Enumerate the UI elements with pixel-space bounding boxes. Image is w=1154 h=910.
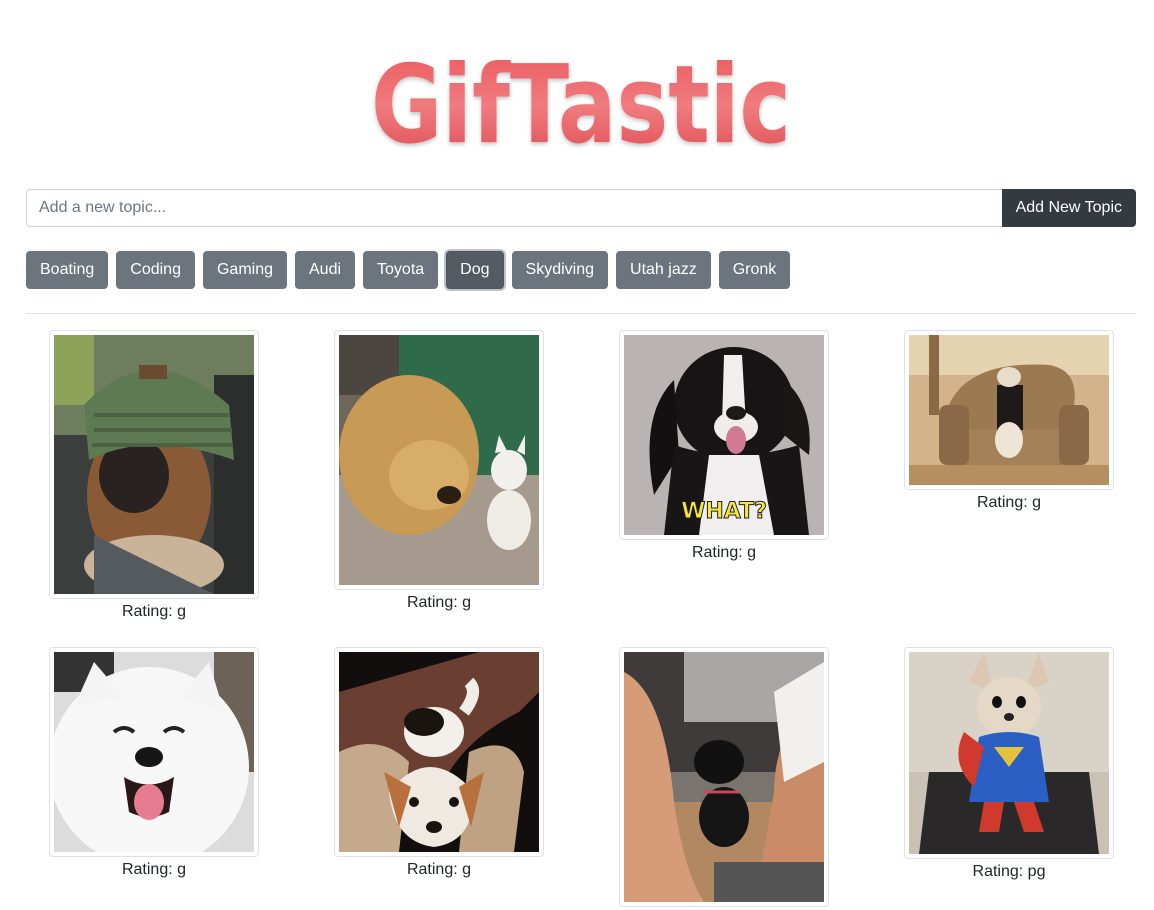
topic-button-toyota[interactable]: Toyota	[363, 251, 439, 289]
gif-image[interactable]	[334, 647, 544, 857]
divider	[26, 313, 1136, 314]
topic-button-dog[interactable]: Dog	[446, 251, 504, 289]
gif-image[interactable]	[904, 330, 1114, 490]
gif-card: Rating: g	[904, 330, 1114, 513]
add-topic-button[interactable]: Add New Topic	[1001, 189, 1136, 227]
gif-rating: Rating: g	[691, 544, 757, 561]
logo-text: GifTastic	[371, 43, 791, 168]
topic-button-skydiving[interactable]: Skydiving	[511, 251, 609, 289]
gif-image[interactable]	[904, 647, 1114, 859]
gif-rating: Rating: pg	[972, 863, 1046, 880]
topic-button-coding[interactable]: Coding	[116, 251, 195, 289]
gif-rating: Rating: g	[976, 494, 1042, 511]
gif-card: Rating: g	[334, 647, 544, 880]
gif-card: Rating: g	[49, 647, 259, 880]
gif-rating: Rating: g	[121, 861, 187, 878]
topic-button-gronk[interactable]: Gronk	[718, 251, 791, 289]
topic-input[interactable]	[26, 189, 1002, 227]
gif-image[interactable]	[49, 330, 259, 599]
topic-button-utah-jazz[interactable]: Utah jazz	[616, 251, 711, 289]
gif-image[interactable]: WHAT?	[619, 330, 829, 540]
topic-button-gaming[interactable]: Gaming	[202, 251, 287, 289]
gif-card: Rating: pg	[904, 647, 1114, 882]
gif-card: Rating: g	[334, 330, 544, 613]
gif-rating: Rating: g	[121, 603, 187, 620]
gif-image[interactable]	[334, 330, 544, 590]
gif-image[interactable]	[619, 647, 829, 907]
site-logo: GifTastic	[0, 0, 1154, 180]
gif-caption: WHAT?	[681, 499, 767, 524]
add-topic-form: Add New Topic	[26, 189, 1136, 227]
gif-card: WHAT? Rating: g	[619, 330, 829, 563]
gif-rating: Rating: g	[406, 861, 472, 878]
topic-button-boating[interactable]: Boating	[26, 251, 109, 289]
topic-button-audi[interactable]: Audi	[295, 251, 356, 289]
gif-rating: Rating: g	[406, 594, 472, 611]
topic-button-bar: Boating Coding Gaming Audi Toyota Dog Sk…	[26, 251, 798, 289]
gif-card	[619, 647, 829, 910]
gif-image[interactable]	[49, 647, 259, 857]
gif-card: Rating: g	[49, 330, 259, 622]
